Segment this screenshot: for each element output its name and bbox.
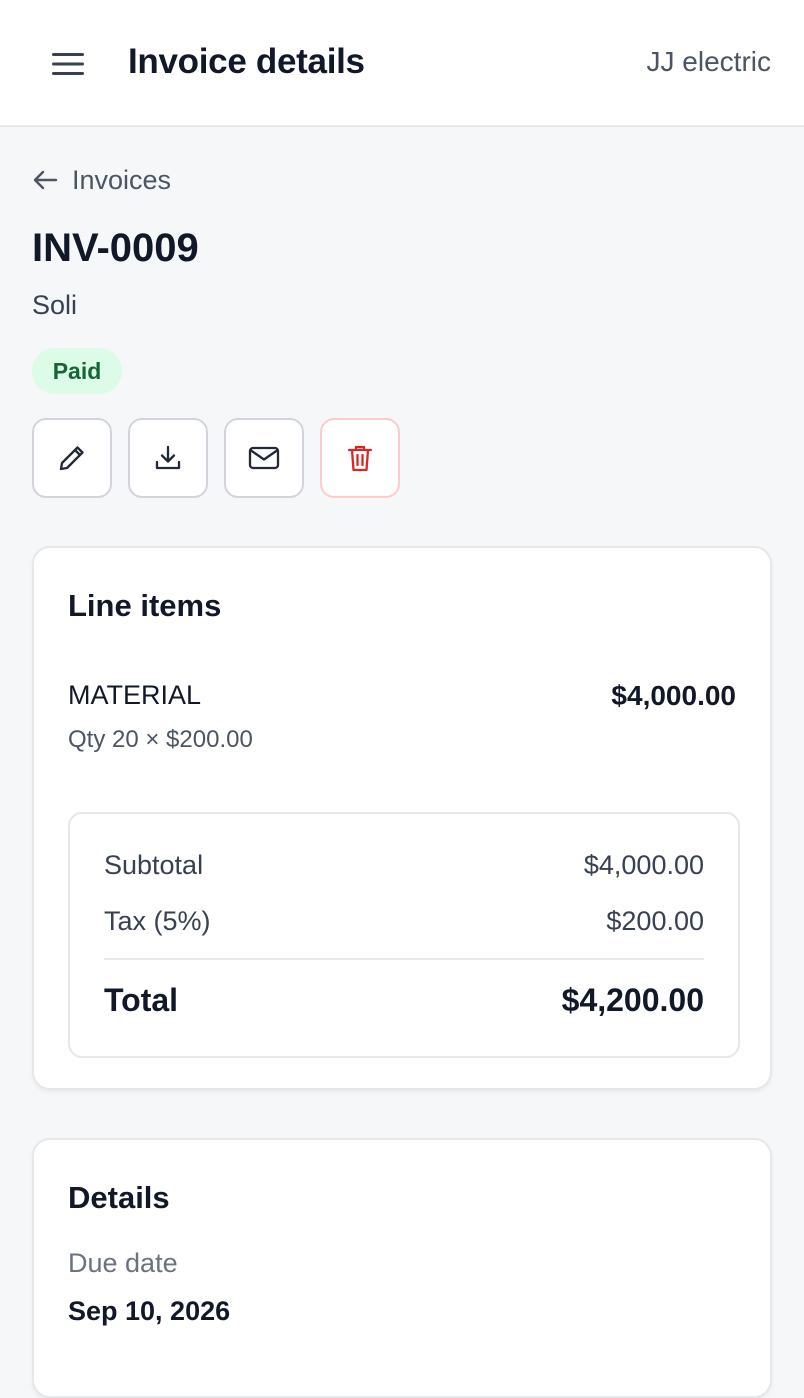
arrow-left-icon <box>33 170 58 190</box>
client-name: Soli <box>32 290 78 320</box>
mail-icon <box>248 446 280 470</box>
subtotal-value: $4,000.00 <box>583 850 704 880</box>
invoice-number: INV-0009 <box>32 226 199 270</box>
line-items-card: Line items MATERIAL Qty 20 × $200.00 $4,… <box>32 546 772 1090</box>
page-title: Invoice details <box>128 42 365 81</box>
due-date-value: Sep 10, 2026 <box>68 1296 231 1326</box>
pencil-icon <box>59 446 84 471</box>
top-app-bar: Invoice details JJ electric <box>0 0 804 127</box>
back-link-label: Invoices <box>72 164 172 195</box>
company-name: JJ electric <box>646 46 771 77</box>
due-date-label: Due date <box>68 1248 178 1278</box>
invoice-actions <box>32 418 400 498</box>
totals-divider <box>104 958 704 960</box>
back-to-invoices-link[interactable]: Invoices <box>32 162 171 198</box>
line-items-title: Line items <box>68 588 222 623</box>
total-label: Total <box>104 982 179 1018</box>
download-icon <box>155 445 181 470</box>
details-title: Details <box>68 1180 170 1215</box>
delete-button[interactable] <box>320 418 400 498</box>
status-badge: Paid <box>32 348 122 394</box>
email-button[interactable] <box>224 418 304 498</box>
trash-icon <box>347 445 373 472</box>
totals-summary: Subtotal $4,000.00 Tax (5%) $200.00 Tota… <box>68 812 740 1058</box>
total-value: $4,200.00 <box>561 982 704 1018</box>
subtotal-label: Subtotal <box>104 850 204 880</box>
details-card: Details Due date Sep 10, 2026 <box>32 1138 772 1398</box>
line-item-amount: $4,000.00 <box>611 680 736 711</box>
menu-button[interactable] <box>48 46 88 82</box>
download-button[interactable] <box>128 418 208 498</box>
tax-label: Tax (5%) <box>104 906 211 936</box>
line-item-name: MATERIAL <box>68 680 202 710</box>
tax-value: $200.00 <box>606 906 704 936</box>
line-item-qty: Qty 20 × $200.00 <box>68 726 253 753</box>
hamburger-menu-icon <box>52 53 84 75</box>
edit-button[interactable] <box>32 418 112 498</box>
